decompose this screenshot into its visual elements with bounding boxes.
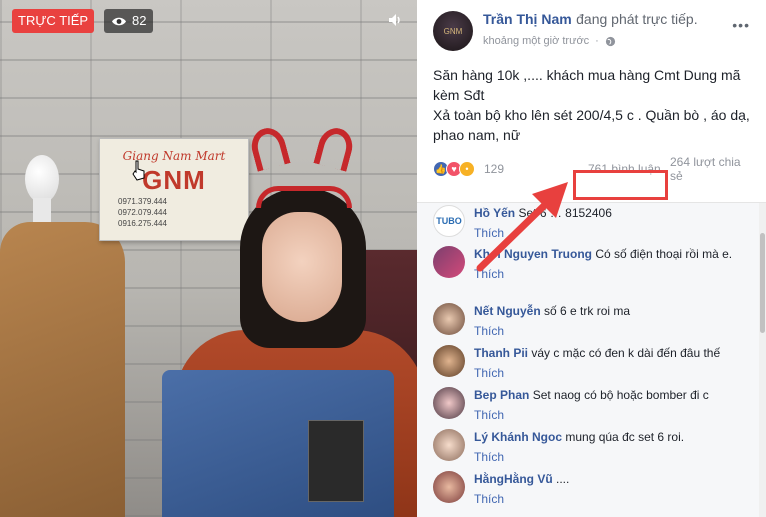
comment-author[interactable]: Khoi Nguyen Truong bbox=[474, 247, 592, 261]
author-avatar[interactable]: GNM bbox=[433, 11, 473, 51]
comment-item: Nết Nguyễn số 6 e trk roi ma Thích bbox=[433, 303, 753, 339]
comment-body: Nết Nguyễn số 6 e trk roi ma Thích bbox=[474, 303, 744, 339]
sign-phone-2: 0972.079.444 bbox=[118, 208, 167, 217]
comment-text: mung qúa đc set 6 roi. bbox=[565, 430, 685, 444]
separator-dot: · bbox=[595, 35, 599, 47]
cursor-icon bbox=[132, 160, 145, 181]
sign-script-text: Giang Nam Mart bbox=[122, 149, 226, 163]
comment-item: Khoi Nguyen Truong Có số điện thoại rồi … bbox=[433, 246, 753, 282]
comment-body: Thanh Pii váy c mặc có đen k dài đến đâu… bbox=[474, 345, 744, 381]
comment-body: Lý Khánh Ngoc mung qúa đc set 6 roi. Thí… bbox=[474, 429, 744, 465]
comment-text: số 6 e trk roi ma bbox=[544, 304, 631, 318]
viewer-count-badge: 82 bbox=[104, 9, 154, 33]
comment-author[interactable]: Lý Khánh Ngoc bbox=[474, 430, 562, 444]
comment-author[interactable]: Hồ Yến bbox=[474, 206, 515, 220]
comment-text: Set naog có bộ hoặc bomber đi c bbox=[532, 388, 709, 402]
post-time: khoảng một giờ trước · bbox=[483, 35, 718, 47]
comment-like-link[interactable]: Thích bbox=[474, 491, 744, 507]
presenter-face bbox=[262, 212, 342, 322]
comment-avatar[interactable] bbox=[433, 246, 465, 278]
comment-count-highlight bbox=[573, 170, 668, 200]
comment-avatar[interactable] bbox=[433, 345, 465, 377]
comment-like-link[interactable]: Thích bbox=[474, 266, 744, 282]
antler-right bbox=[313, 124, 357, 172]
comment-author[interactable]: Thanh Pii bbox=[474, 346, 528, 360]
store-sign: Giang Nam Mart GNM 0971.379.444 0972.079… bbox=[99, 138, 249, 241]
volume-icon[interactable] bbox=[387, 12, 403, 28]
comment-text: .... bbox=[556, 472, 570, 486]
comment-like-link[interactable]: Thích bbox=[474, 365, 744, 381]
comment-like-link[interactable]: Thích bbox=[474, 449, 744, 465]
comment-scrollbar[interactable] bbox=[759, 203, 766, 517]
comment-like-link[interactable]: Thích bbox=[474, 225, 744, 241]
post-header: GNM Trần Thị Nam đang phát trực tiếp. kh… bbox=[433, 11, 752, 51]
comment-author[interactable]: Bep Phan bbox=[474, 388, 529, 402]
post: GNM Trần Thị Nam đang phát trực tiếp. kh… bbox=[417, 0, 766, 183]
comment-list[interactable]: TUBO Hồ Yến Set 6 … 8152406 Thích Khoi N… bbox=[417, 202, 766, 517]
comment-body: Bep Phan Set naog có bộ hoặc bomber đi c… bbox=[474, 387, 744, 423]
comment-author[interactable]: HằngHằng Vũ bbox=[474, 472, 553, 486]
author-action: đang phát trực tiếp. bbox=[576, 11, 698, 27]
reaction-count[interactable]: 129 bbox=[484, 162, 504, 176]
post-meta: Trần Thị Nam đang phát trực tiếp. khoảng… bbox=[483, 11, 718, 51]
comment-item: Thanh Pii váy c mặc có đen k dài đến đâu… bbox=[433, 345, 753, 381]
sign-phone-3: 0916.275.444 bbox=[118, 219, 167, 228]
post-panel: GNM Trần Thị Nam đang phát trực tiếp. kh… bbox=[417, 0, 766, 517]
comment-like-link[interactable]: Thích bbox=[474, 323, 744, 339]
comment-avatar[interactable] bbox=[433, 471, 465, 503]
camel-coat bbox=[0, 222, 125, 517]
comment-text: Set 6 … 8152406 bbox=[518, 206, 612, 220]
comment-like-link[interactable]: Thích bbox=[474, 407, 744, 423]
comment-item: Bep Phan Set naog có bộ hoặc bomber đi c… bbox=[433, 387, 753, 423]
comment-avatar[interactable] bbox=[433, 387, 465, 419]
headband bbox=[256, 186, 352, 208]
scroll-thumb[interactable] bbox=[760, 233, 765, 333]
post-text-line-1: Săn hàng 10k ,.... khách mua hàng Cmt Du… bbox=[433, 67, 741, 103]
comment-body: Khoi Nguyen Truong Có số điện thoại rồi … bbox=[474, 246, 744, 282]
viewer-count: 82 bbox=[132, 13, 147, 28]
product-tag bbox=[308, 420, 364, 502]
comment-body: Hồ Yến Set 6 … 8152406 Thích bbox=[474, 205, 744, 241]
more-icon[interactable]: ••• bbox=[732, 17, 750, 33]
comment-text: Có số điện thoại rồi mà e. bbox=[595, 247, 733, 261]
live-badge: TRỰC TIẾP bbox=[12, 9, 95, 33]
post-time-text[interactable]: khoảng một giờ trước bbox=[483, 35, 589, 47]
mannequin-head bbox=[25, 155, 59, 203]
comment-text: váy c mặc có đen k dài đến đâu thế bbox=[531, 346, 721, 360]
comment-avatar[interactable]: TUBO bbox=[433, 205, 465, 237]
video-player[interactable]: Giang Nam Mart GNM 0971.379.444 0972.079… bbox=[0, 0, 417, 517]
reaction-icons[interactable]: 👍 ♥ • bbox=[433, 161, 475, 177]
live-video-viewer: Giang Nam Mart GNM 0971.379.444 0972.079… bbox=[0, 0, 766, 517]
post-text-line-2: Xả toàn bộ kho lên sét 200/4,5 c . Quần … bbox=[433, 107, 750, 143]
comment-item: HằngHằng Vũ .... Thích bbox=[433, 471, 753, 507]
share-count[interactable]: 264 lượt chia sẻ bbox=[670, 155, 752, 183]
comment-body: HằngHằng Vũ .... Thích bbox=[474, 471, 744, 507]
sign-logo-text: GNM bbox=[142, 165, 206, 195]
comment-avatar[interactable] bbox=[433, 429, 465, 461]
antler-left bbox=[247, 124, 291, 172]
wow-icon: • bbox=[459, 161, 475, 177]
comment-author[interactable]: Nết Nguyễn bbox=[474, 304, 541, 318]
globe-icon bbox=[605, 36, 615, 46]
post-text: Săn hàng 10k ,.... khách mua hàng Cmt Du… bbox=[433, 65, 753, 145]
comment-item: TUBO Hồ Yến Set 6 … 8152406 Thích bbox=[433, 205, 753, 241]
sign-phone-1: 0971.379.444 bbox=[118, 197, 167, 206]
comment-avatar[interactable] bbox=[433, 303, 465, 335]
eye-icon bbox=[112, 17, 126, 25]
author-name[interactable]: Trần Thị Nam bbox=[483, 11, 572, 27]
comment-item: Lý Khánh Ngoc mung qúa đc set 6 roi. Thí… bbox=[433, 429, 753, 465]
